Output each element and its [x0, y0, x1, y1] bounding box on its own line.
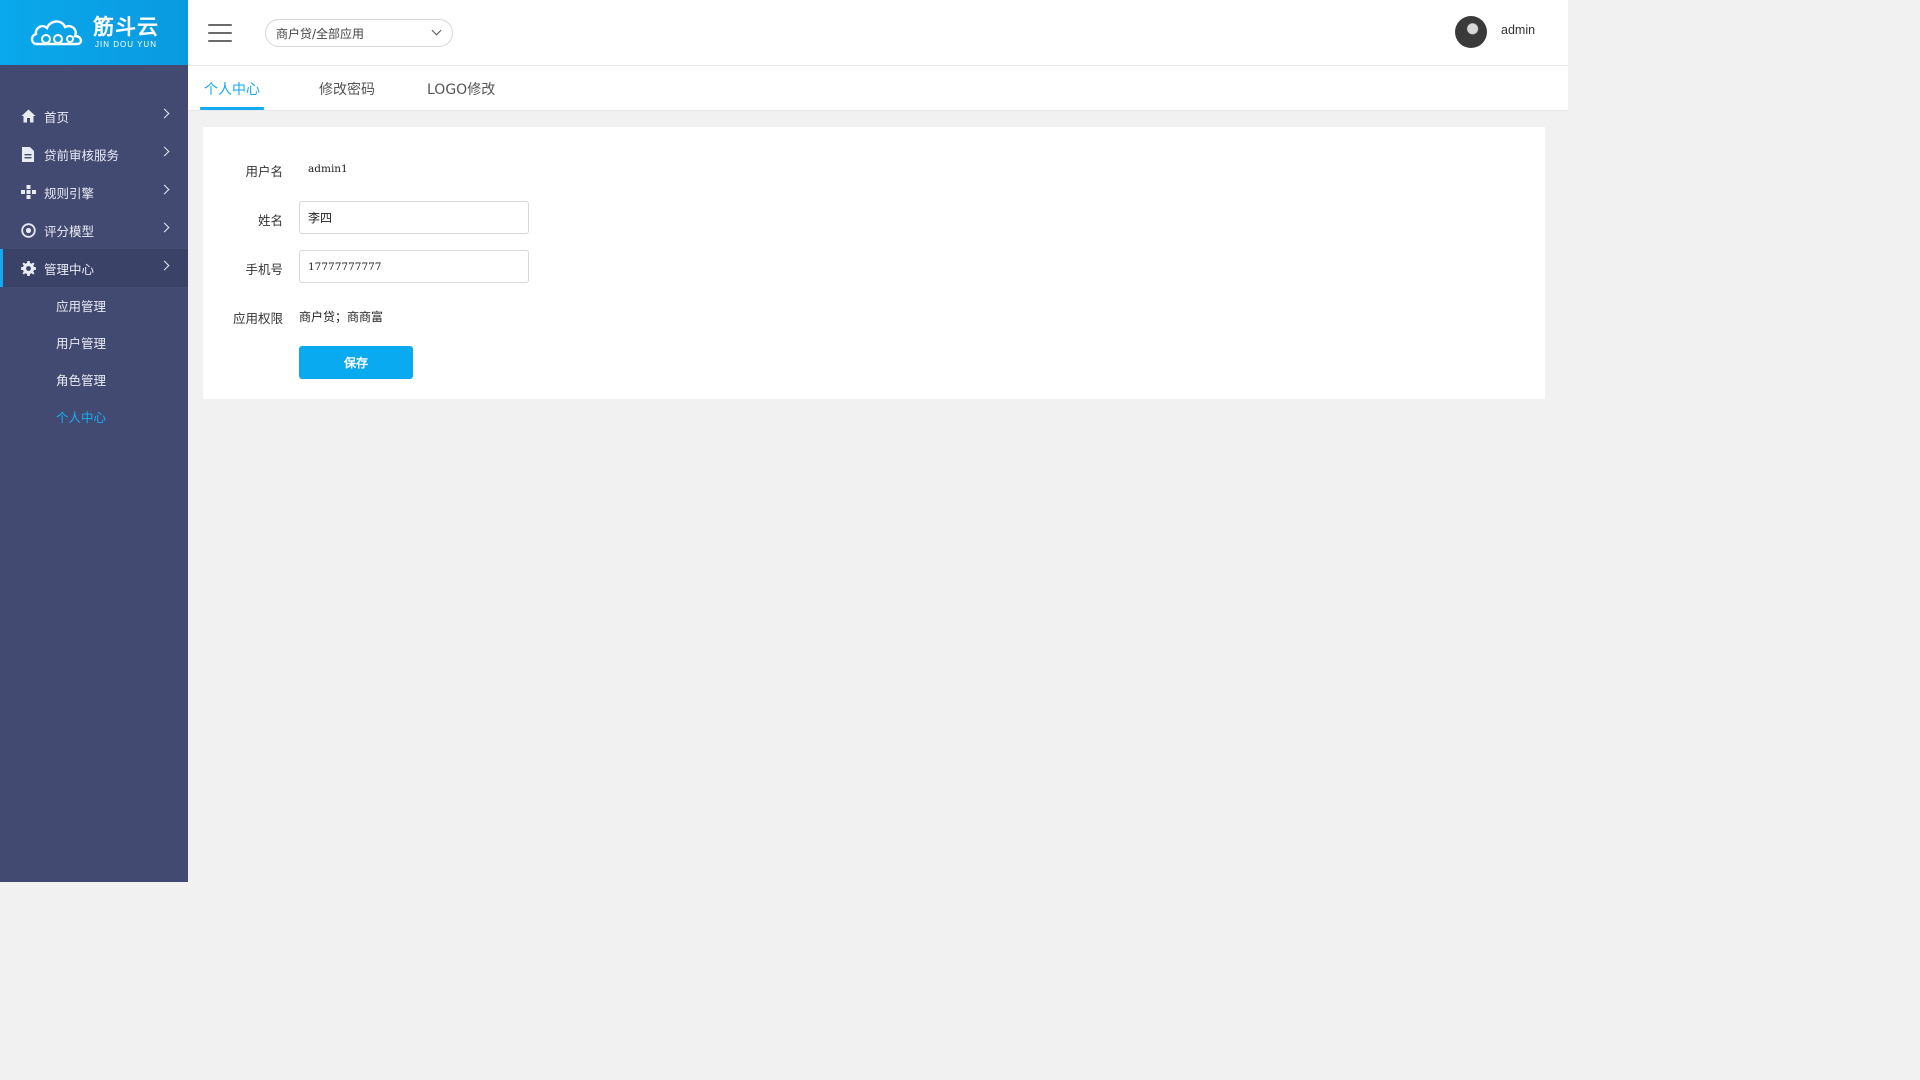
username-label: 用户名	[245, 164, 283, 179]
sidebar-item-label: 首页	[44, 109, 70, 125]
app-select-dropdown[interactable]: 商户贷/全部应用	[265, 19, 453, 47]
tab-change-password[interactable]: 修改密码	[319, 79, 375, 99]
sidebar-item-management[interactable]: 管理中心	[0, 249, 188, 287]
target-icon	[20, 222, 36, 238]
sidebar-subitem-app-management[interactable]: 应用管理	[0, 287, 188, 324]
brand-name-cn: 筋斗云	[93, 14, 159, 39]
sidebar-subitem-user-management[interactable]: 用户管理	[0, 324, 188, 361]
header-username[interactable]: admin	[1501, 23, 1535, 37]
menu-toggle-icon[interactable]	[208, 24, 232, 42]
nodes-icon	[20, 184, 36, 200]
permission-value: 商户贷；商商富	[299, 310, 384, 324]
app-select-value: 商户贷/全部应用	[276, 26, 365, 41]
sidebar-item-score-model[interactable]: 评分模型	[0, 211, 188, 249]
document-icon	[20, 146, 36, 162]
chevron-right-icon	[159, 184, 170, 195]
chevron-right-icon	[159, 146, 170, 157]
sidebar-item-label: 评分模型	[44, 223, 95, 239]
avatar[interactable]	[1455, 16, 1487, 48]
tab-logo-edit[interactable]: LOGO修改	[427, 79, 495, 99]
gear-icon	[20, 260, 36, 276]
chevron-right-icon	[159, 222, 170, 233]
permission-label: 应用权限	[232, 311, 283, 326]
top-header: 商户贷/全部应用 admin	[188, 0, 1568, 66]
chevron-right-icon	[159, 108, 170, 119]
cloud-logo-icon	[30, 19, 83, 45]
phone-label: 手机号	[245, 262, 283, 277]
active-tab-indicator	[200, 107, 264, 110]
sidebar-item-loan-review[interactable]: 贷前审核服务	[0, 135, 188, 173]
name-input[interactable]: 李四	[299, 201, 529, 234]
phone-input[interactable]: 17777777777	[299, 250, 529, 283]
sidebar-subitem-personal-center[interactable]: 个人中心	[0, 398, 188, 435]
chevron-down-icon	[431, 25, 442, 36]
sidebar: 筋斗云 JIN DOU YUN 首页 贷前审核服务 规则引擎 评分模型 管理中心…	[0, 0, 188, 882]
sidebar-subitem-role-management[interactable]: 角色管理	[0, 361, 188, 398]
sidebar-item-label: 规则引擎	[44, 185, 95, 201]
brand-logo[interactable]: 筋斗云 JIN DOU YUN	[0, 0, 188, 65]
chevron-right-icon	[159, 260, 170, 271]
sidebar-item-rule-engine[interactable]: 规则引擎	[0, 173, 188, 211]
sidebar-menu: 首页 贷前审核服务 规则引擎 评分模型 管理中心 应用管理 用户管理 角色管理 …	[0, 97, 188, 435]
username-value: admin1	[308, 163, 348, 175]
save-button[interactable]: 保存	[299, 346, 413, 379]
sidebar-item-home[interactable]: 首页	[0, 97, 188, 135]
sidebar-item-label: 贷前审核服务	[44, 147, 120, 163]
brand-name-en: JIN DOU YUN	[95, 39, 157, 49]
tab-personal-center[interactable]: 个人中心	[204, 79, 260, 99]
profile-form-card: 用户名 admin1 姓名 李四 手机号 17777777777 应用权限 商户…	[203, 127, 1545, 399]
name-label: 姓名	[257, 213, 283, 228]
sidebar-item-label: 管理中心	[44, 261, 95, 277]
tab-bar: 个人中心 修改密码 LOGO修改	[188, 66, 1568, 111]
home-icon	[20, 108, 36, 124]
brand-name: 筋斗云 JIN DOU YUN	[93, 16, 159, 50]
